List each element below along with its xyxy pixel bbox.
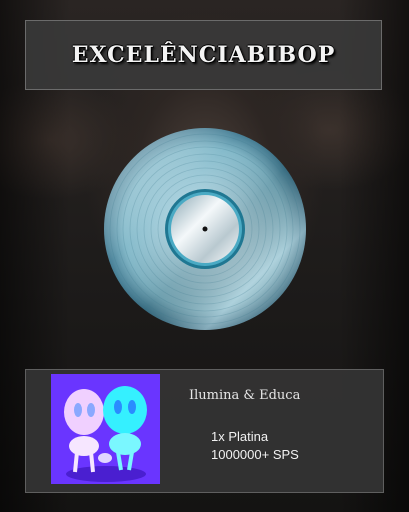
album-cover [51,374,160,484]
certification-panel: Ilumina & Educa 1x Platina 1000000+ SPS [25,369,384,493]
certification-units: 1000000+ SPS [211,447,299,462]
title-banner: EXCELÊNCIABIBOP [25,20,382,90]
certification-level: 1x Platina [211,429,269,444]
certification-details: 1x Platina 1000000+ SPS [211,428,299,464]
page-title: EXCELÊNCIABIBOP [71,42,336,68]
platinum-record-icon [103,127,307,331]
artist-name: Ilumina & Educa [189,388,301,403]
